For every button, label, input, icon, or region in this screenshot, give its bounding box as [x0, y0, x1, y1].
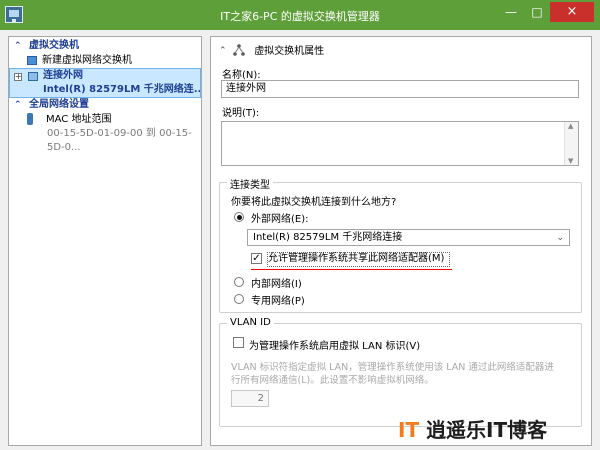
switch-properties-pane: ⌃ 虚拟交换机属性 名称(N): 连接外网 说明(T): 连接类型 你要将此虚拟…: [210, 36, 592, 446]
close-button[interactable]: ×: [550, 2, 594, 22]
expand-icon[interactable]: +: [14, 73, 22, 81]
virtual-switch-group[interactable]: ⌃ 虚拟交换机: [9, 39, 201, 53]
description-input[interactable]: [221, 121, 579, 166]
collapse-icon[interactable]: ⌃: [14, 39, 22, 53]
connection-type-group: 连接类型 你要将此虚拟交换机连接到什么地方? 外部网络(E): Intel(R)…: [219, 176, 582, 313]
description-label: 说明(T):: [222, 108, 260, 119]
vlan-id-group: VLAN ID 为管理操作系统启用虚拟 LAN 标识(V) VLAN 标识符指定…: [219, 317, 582, 427]
external-network-radio[interactable]: [234, 212, 244, 222]
new-virtual-switch-item[interactable]: 新建虚拟网络交换机: [9, 53, 201, 68]
mac-address-range-item[interactable]: MAC 地址范围: [9, 112, 201, 127]
chevron-down-icon: ⌄: [556, 233, 564, 243]
properties-title: 虚拟交换机属性: [254, 46, 325, 57]
vlan-id-stepper[interactable]: 2: [231, 390, 269, 407]
global-network-group-label: 全局网络设置: [29, 99, 89, 110]
window-controls: — □ ×: [498, 2, 594, 22]
internal-network-label: 内部网络(I): [251, 279, 302, 290]
watermark-text: 逍遥乐IT博客: [426, 418, 548, 442]
mac-address-label: MAC 地址范围: [46, 114, 112, 125]
network-adapter-icon: [28, 72, 38, 81]
collapse-icon[interactable]: ⌃: [14, 98, 22, 112]
switch-icon: [27, 56, 37, 65]
name-label: 名称(N):: [222, 70, 261, 81]
mac-address-range-value: 00-15-5D-01-09-00 到 00-15-5D-0...: [47, 128, 192, 153]
switch-name-input[interactable]: 连接外网: [221, 80, 579, 98]
vlan-description: VLAN 标识符指定虚拟 LAN，管理操作系统使用该 LAN 通过此网络适配器进…: [231, 362, 554, 386]
selected-switch-adapter: Intel(R) 82579LM 千兆网络连...: [43, 84, 201, 95]
title-bar: IT之家6-PC 的虚拟交换机管理器 — □ ×: [0, 0, 600, 30]
vlan-enable-checkbox[interactable]: [233, 337, 244, 348]
new-virtual-switch-label: 新建虚拟网络交换机: [42, 55, 132, 66]
virtual-switch-group-label: 虚拟交换机: [29, 40, 79, 51]
connection-question: 你要将此虚拟交换机连接到什么地方?: [231, 197, 397, 208]
it-logo: IT: [398, 418, 420, 442]
internal-network-radio[interactable]: [234, 277, 244, 287]
selected-switch-name: 连接外网: [43, 70, 83, 81]
description-scrollbar[interactable]: [564, 122, 578, 165]
properties-header[interactable]: ⌃ 虚拟交换机属性: [219, 44, 324, 58]
global-network-group[interactable]: ⌃ 全局网络设置: [9, 98, 201, 112]
minimize-button[interactable]: —: [498, 2, 524, 22]
collapse-icon[interactable]: ⌃: [219, 44, 227, 58]
adapter-select-value: Intel(R) 82579LM 千兆网络连接: [253, 232, 403, 243]
plug-icon: [27, 113, 33, 125]
external-network-label: 外部网络(E):: [251, 214, 309, 225]
switch-tree-pane: ⌃ 虚拟交换机 新建虚拟网络交换机 + 连接外网 Intel(R) 82579L…: [8, 36, 202, 446]
private-network-label: 专用网络(P): [251, 296, 305, 307]
vlan-id-title: VLAN ID: [227, 317, 274, 328]
maximize-button[interactable]: □: [524, 2, 550, 22]
vlan-enable-label: 为管理操作系统启用虚拟 LAN 标识(V): [249, 341, 421, 352]
selected-switch-item[interactable]: + 连接外网 Intel(R) 82579LM 千兆网络连...: [9, 68, 201, 98]
connection-type-title: 连接类型: [227, 176, 273, 191]
allow-share-label: 允许管理操作系统共享此网络适配器(M): [268, 253, 445, 264]
private-network-radio[interactable]: [234, 294, 244, 304]
network-switch-icon: [233, 44, 245, 56]
adapter-select[interactable]: Intel(R) 82579LM 千兆网络连接 ⌄: [247, 229, 570, 246]
blog-watermark: IT 逍遥乐IT博客: [398, 418, 588, 443]
red-highlight-line: [251, 269, 452, 270]
